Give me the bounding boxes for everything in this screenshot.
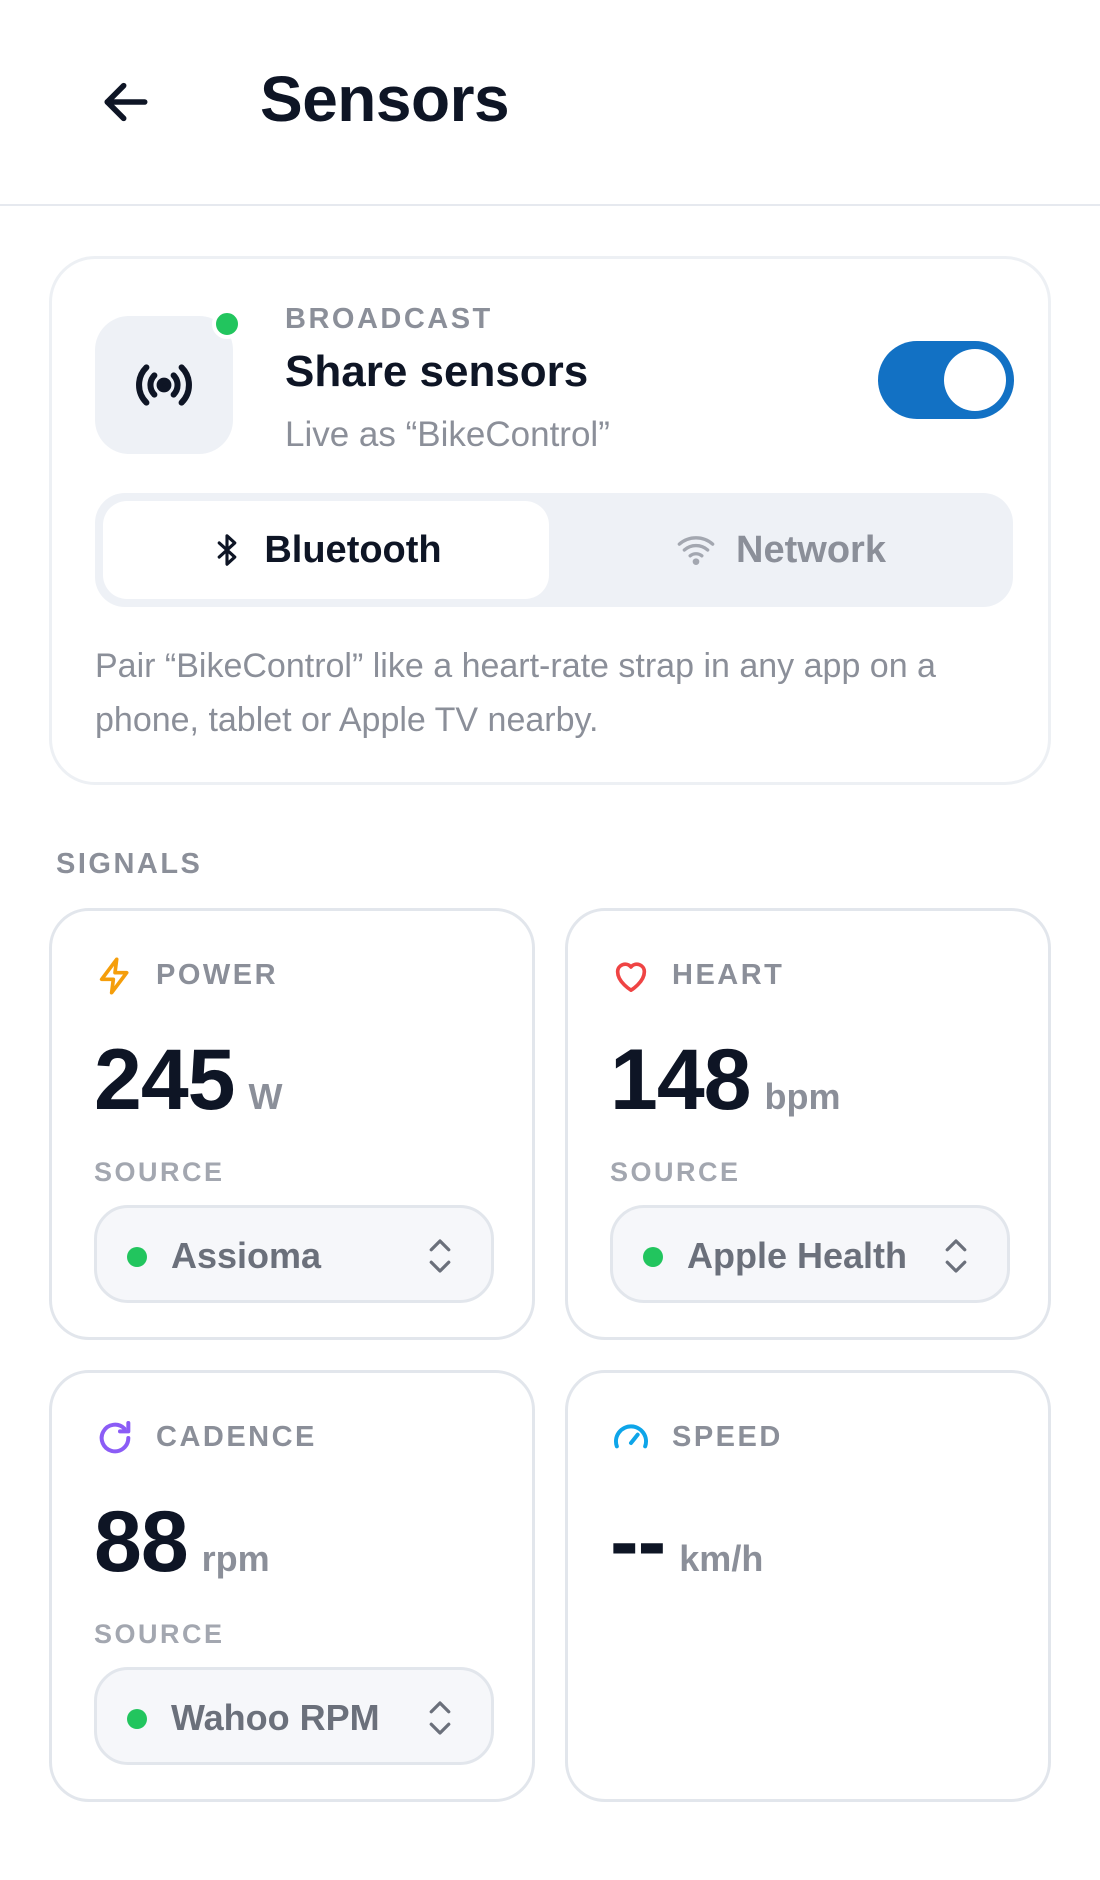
wifi-icon bbox=[677, 536, 715, 565]
broadcast-subtitle: Live as “BikeControl” bbox=[285, 415, 610, 454]
signal-unit: bpm bbox=[764, 1076, 841, 1117]
app-header: Sensors bbox=[0, 0, 1100, 206]
page-title: Sensors bbox=[260, 63, 510, 135]
signal-value: -- bbox=[610, 1494, 666, 1590]
broadcast-help-text: Pair “BikeControl” like a heart-rate str… bbox=[95, 647, 936, 739]
signal-value: 148 bbox=[610, 1032, 751, 1128]
signal-unit: W bbox=[248, 1076, 283, 1117]
source-label: SOURCE bbox=[94, 1619, 225, 1649]
source-value: Apple Health bbox=[687, 1235, 908, 1276]
transport-segmented-control: Bluetooth Network bbox=[95, 493, 1013, 607]
heart-icon-wrap bbox=[610, 955, 652, 997]
signal-unit: rpm bbox=[201, 1538, 270, 1579]
signal-reading: 88 rpm bbox=[94, 1493, 270, 1592]
signal-unit: km/h bbox=[679, 1538, 764, 1579]
broadcast-card: BROADCAST Share sensors Live as “BikeCon… bbox=[49, 256, 1051, 785]
source-label: SOURCE bbox=[610, 1157, 741, 1187]
signal-reading: -- km/h bbox=[610, 1493, 763, 1592]
broadcast-title: Share sensors bbox=[285, 347, 589, 396]
source-value: Wahoo RPM bbox=[171, 1697, 380, 1738]
chevron-up-down-icon bbox=[429, 1239, 451, 1273]
signal-label: POWER bbox=[156, 959, 279, 991]
broadcast-eyebrow: BROADCAST bbox=[285, 303, 493, 335]
source-status-dot bbox=[127, 1247, 147, 1267]
refresh-icon bbox=[99, 1421, 131, 1454]
source-status-dot bbox=[643, 1247, 663, 1267]
heart-source-select[interactable]: Apple Health bbox=[610, 1205, 1010, 1303]
live-status-dot bbox=[212, 309, 242, 339]
chevron-up-down-icon bbox=[429, 1701, 451, 1735]
arrow-left-icon bbox=[104, 82, 148, 122]
signals-section-title: SIGNALS bbox=[56, 848, 203, 880]
refresh-icon-wrap bbox=[94, 1417, 136, 1459]
signal-reading: 245 W bbox=[94, 1031, 282, 1130]
signal-value: 245 bbox=[94, 1032, 235, 1128]
power-source-select[interactable]: Assioma bbox=[94, 1205, 494, 1303]
heart-icon bbox=[615, 962, 647, 992]
bolt-icon-wrap bbox=[94, 955, 136, 997]
signal-card-speed: SPEED -- km/h bbox=[565, 1370, 1051, 1802]
bolt-icon bbox=[99, 957, 129, 995]
signal-card-heart: HEART 148 bpm SOURCE Apple Health bbox=[565, 908, 1051, 1340]
source-label: SOURCE bbox=[94, 1157, 225, 1187]
source-value: Assioma bbox=[171, 1235, 322, 1276]
bluetooth-icon bbox=[217, 534, 237, 566]
share-sensors-toggle[interactable] bbox=[878, 341, 1014, 419]
signal-card-cadence: CADENCE 88 rpm SOURCE Wahoo RPM bbox=[49, 1370, 535, 1802]
signal-card-power: POWER 245 W SOURCE Assioma bbox=[49, 908, 535, 1340]
gauge-icon-wrap bbox=[610, 1417, 652, 1459]
back-button[interactable] bbox=[90, 70, 162, 134]
signal-label: CADENCE bbox=[156, 1421, 317, 1453]
gauge-icon bbox=[614, 1424, 648, 1449]
toggle-knob bbox=[944, 349, 1006, 411]
segment-network[interactable]: Network bbox=[557, 501, 1005, 599]
signal-value: 88 bbox=[94, 1494, 189, 1590]
segment-network-label: Network bbox=[736, 528, 886, 571]
signal-reading: 148 bpm bbox=[610, 1031, 841, 1130]
segment-bluetooth-label: Bluetooth bbox=[264, 528, 442, 571]
signal-label: SPEED bbox=[672, 1421, 783, 1453]
signal-label: HEART bbox=[672, 959, 785, 991]
chevron-up-down-icon bbox=[945, 1239, 967, 1273]
broadcast-icon bbox=[136, 364, 192, 406]
source-status-dot bbox=[127, 1709, 147, 1729]
cadence-source-select[interactable]: Wahoo RPM bbox=[94, 1667, 494, 1765]
broadcast-icon-tile bbox=[95, 316, 233, 454]
segment-bluetooth[interactable]: Bluetooth bbox=[103, 501, 549, 599]
